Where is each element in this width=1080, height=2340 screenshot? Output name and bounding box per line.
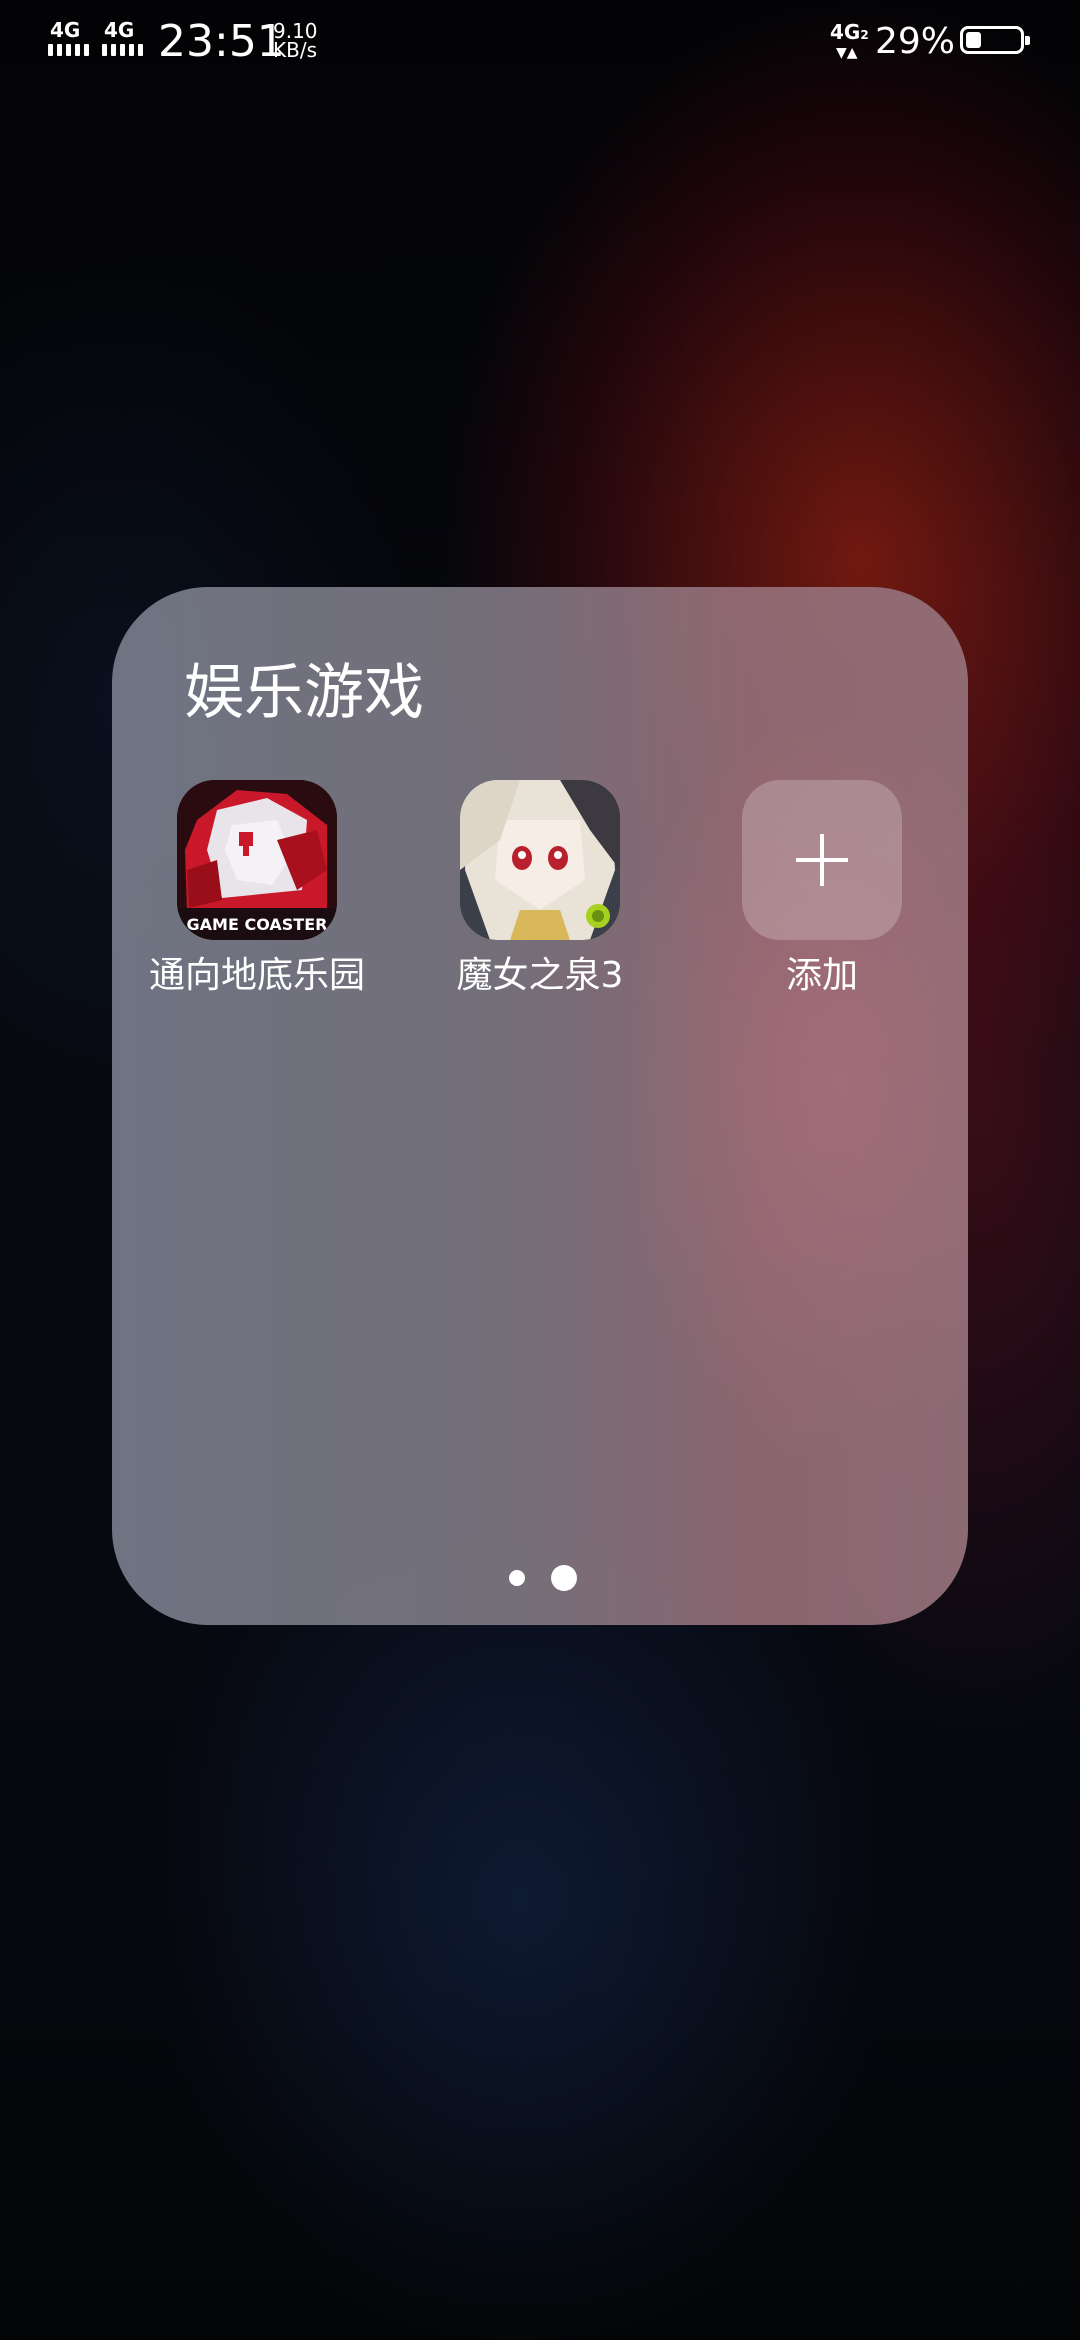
home-screen: 4G 4G 23:51 9.10 KB/s 4G2 ▼▲ 29% 娱乐游戏 GA… <box>0 0 1080 2340</box>
app-folder-panel: 娱乐游戏 GAME COASTER 通向地底乐园 魔女之泉3 添加 <box>112 587 968 1625</box>
app-witch-spring-3[interactable]: 魔女之泉3 <box>420 780 660 1010</box>
sim1-network-label: 4G <box>50 18 81 42</box>
mobile-data-icon: 4G2 ▼▲ <box>830 22 870 62</box>
data-network-label: 4G <box>830 20 861 44</box>
battery-percent: 29% <box>875 21 956 62</box>
app-label: 通向地底乐园 <box>148 955 365 996</box>
sim1-signal-icon: 4G <box>48 20 96 60</box>
game-coaster-icon-text: GAME COASTER <box>187 915 328 934</box>
add-app-label: 添加 <box>785 955 858 996</box>
game-coaster-app-icon[interactable]: GAME COASTER <box>177 780 337 940</box>
battery-fill <box>966 32 981 48</box>
sim2-signal-icon: 4G <box>102 20 150 60</box>
data-activity-arrows-icon: ▼▲ <box>836 45 858 61</box>
status-time: 23:51 <box>158 16 285 67</box>
network-speed-unit: KB/s <box>273 38 317 62</box>
page-dot-2-active[interactable] <box>551 1565 577 1591</box>
folder-title[interactable]: 娱乐游戏 <box>184 657 424 729</box>
witch-spring-3-app-icon[interactable] <box>460 780 620 940</box>
page-dot-1[interactable] <box>509 1570 525 1586</box>
app-label: 魔女之泉3 <box>456 955 624 996</box>
battery-icon <box>960 26 1030 54</box>
app-game-coaster[interactable]: GAME COASTER 通向地底乐园 <box>137 780 377 1010</box>
data-sim-label: 2 <box>860 28 869 42</box>
network-speed: 9.10 KB/s <box>273 21 318 62</box>
sim2-network-label: 4G <box>104 18 135 42</box>
add-icon[interactable] <box>742 780 902 940</box>
page-indicator[interactable] <box>112 1562 968 1592</box>
add-app-button[interactable]: 添加 <box>702 780 942 1010</box>
status-bar: 4G 4G 23:51 9.10 KB/s 4G2 ▼▲ 29% <box>0 0 1080 84</box>
